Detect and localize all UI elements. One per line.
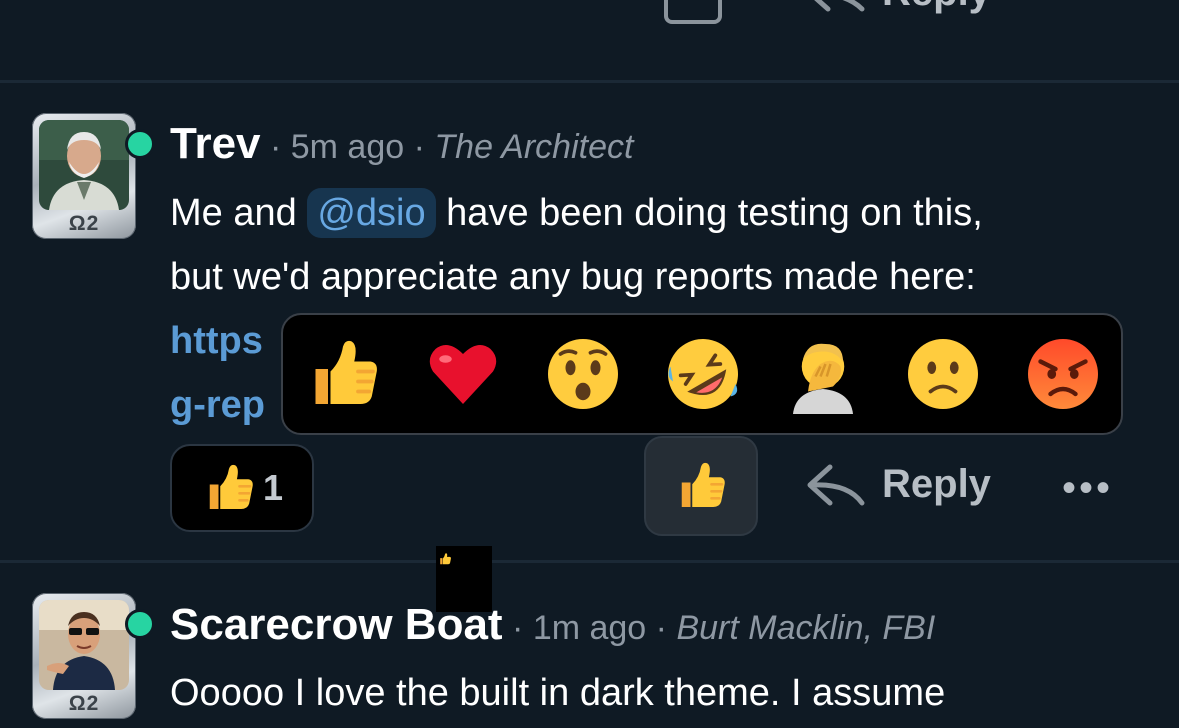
reaction-thumbs-up-pill[interactable]: 1 xyxy=(170,444,314,532)
separator: · xyxy=(269,128,282,166)
divider-top xyxy=(0,80,1179,83)
post-header: Trev · 5m ago · The Architect xyxy=(170,122,633,169)
bug-report-link-line-1[interactable]: https xyxy=(170,310,263,372)
reply-arrow-icon xyxy=(814,0,865,11)
react-icon-partial[interactable] xyxy=(664,0,722,24)
separator: · xyxy=(512,609,524,647)
previous-post-actions: Reply ••• xyxy=(0,0,1179,28)
reply-arrow-icon xyxy=(807,464,865,505)
avatar[interactable]: Ω2 xyxy=(32,593,136,719)
avatar-badge-label: Ω2 xyxy=(68,692,100,715)
user-title: The Architect xyxy=(434,128,634,166)
more-options-button[interactable]: ••• xyxy=(1062,466,1113,511)
emoji-slightly-frowning[interactable] xyxy=(903,334,983,414)
online-status-dot xyxy=(125,129,155,159)
emoji-hushed-face[interactable] xyxy=(543,334,623,414)
frowning-face-icon xyxy=(908,339,978,409)
separator: · xyxy=(413,128,425,166)
react-button[interactable] xyxy=(644,436,758,536)
drag-preview xyxy=(436,546,492,612)
emoji-reaction-picker xyxy=(281,313,1123,435)
avatar-photo xyxy=(39,600,129,690)
timestamp[interactable]: 5m ago xyxy=(291,128,404,166)
previous-reply-button[interactable]: Reply xyxy=(806,0,991,15)
avatar-badge-label: Ω2 xyxy=(68,212,100,235)
post-body-line-2: but we'd appreciate any bug reports made… xyxy=(170,256,976,298)
post-body-line-1: Ooooo I love the built in dark theme. I … xyxy=(170,672,946,714)
user-title: Burt Macklin, FBI xyxy=(676,609,936,647)
username[interactable]: Trev xyxy=(170,119,261,168)
angry-face-icon xyxy=(1028,339,1098,409)
emoji-angry-face[interactable] xyxy=(1023,334,1103,414)
reply-label: Reply xyxy=(882,462,991,506)
mention-link[interactable]: @dsio xyxy=(307,188,436,238)
hushed-face-icon xyxy=(548,339,618,409)
previous-reply-label: Reply xyxy=(882,0,991,15)
emoji-thumbs-up[interactable] xyxy=(303,334,383,414)
online-status-dot xyxy=(125,609,155,639)
thumbs-up-icon xyxy=(209,464,253,509)
post-body-line-1: Me and @dsio have been doing testing on … xyxy=(170,182,983,244)
timestamp[interactable]: 1m ago xyxy=(533,609,646,647)
rolling-laughing-icon xyxy=(668,339,738,409)
emoji-face-palm[interactable] xyxy=(783,334,863,414)
emoji-rolling-laughing[interactable] xyxy=(663,334,743,414)
bug-report-link-line-2[interactable]: g-rep xyxy=(170,374,265,436)
previous-more-button[interactable]: ••• xyxy=(1062,0,1113,17)
divider-middle xyxy=(0,560,1179,563)
heart-icon xyxy=(429,345,497,404)
post-header: Scarecrow Boat · 1m ago · Burt Macklin, … xyxy=(170,603,935,650)
avatar[interactable]: Ω2 xyxy=(32,113,136,239)
thumbs-up-icon xyxy=(440,553,451,565)
reaction-count: 1 xyxy=(262,467,284,508)
reply-button[interactable]: Reply xyxy=(806,462,991,507)
emoji-red-heart[interactable] xyxy=(423,334,503,414)
avatar-photo xyxy=(39,120,129,210)
thumbs-up-icon xyxy=(681,462,725,507)
thumbs-up-icon xyxy=(315,340,377,404)
separator: · xyxy=(655,609,667,647)
face-palm-icon xyxy=(793,343,853,414)
